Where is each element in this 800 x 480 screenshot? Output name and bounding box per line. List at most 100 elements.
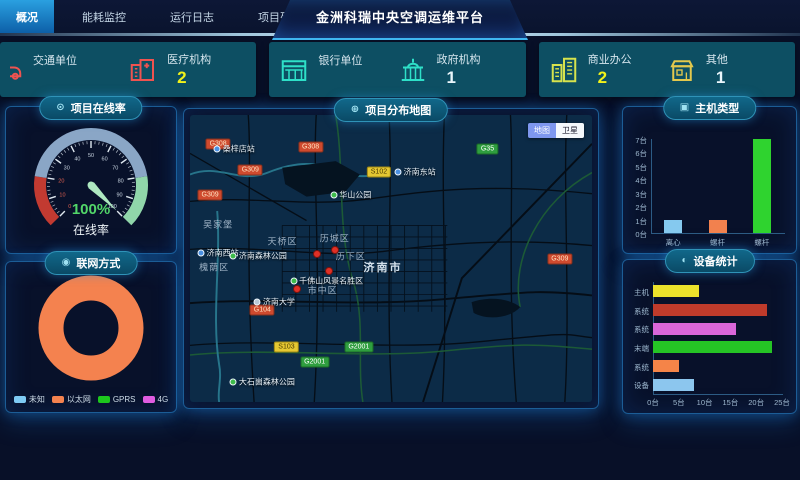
- stat-label: 商业办公: [588, 51, 632, 67]
- stats-row: 交通单位 医疗机构 2 银行单位: [0, 42, 795, 97]
- project-marker[interactable]: [325, 267, 333, 275]
- axis-category: 螺杆: [703, 237, 733, 248]
- poi-marker-icon: [230, 252, 237, 259]
- stat-label: 交通单位: [33, 52, 77, 68]
- legend-item-4g[interactable]: 4G: [143, 394, 169, 405]
- project-marker[interactable]: [313, 250, 321, 258]
- axis-tick: 0台: [641, 397, 665, 408]
- axis-tick: 10台: [693, 397, 717, 408]
- map-button-satellite[interactable]: 卫星: [556, 123, 584, 138]
- gauge-value: 100%: [6, 201, 176, 218]
- axis-tick: 4台: [625, 175, 647, 186]
- axis-tick: 7台: [625, 135, 647, 146]
- panel-network-type: ◉ 联网方式 未知 以太网 GPRS 4G: [5, 261, 177, 413]
- map-layer-switch: 地图 卫星: [528, 123, 584, 138]
- map-label: 大石崮森林公园: [230, 376, 295, 387]
- project-marker[interactable]: [293, 285, 301, 293]
- poi-marker-icon: [214, 146, 221, 153]
- svg-text:80: 80: [118, 178, 124, 184]
- tab-energy-monitor[interactable]: 能耗监控: [66, 0, 142, 33]
- monitor-icon: ▣: [680, 103, 689, 113]
- panel-device-title: ◐ 设备统计: [664, 249, 754, 273]
- hospital-icon: [128, 55, 158, 85]
- axis-tick: 6台: [625, 148, 647, 159]
- map-label: 天桥区: [267, 235, 297, 248]
- location-icon: ⊕: [351, 105, 359, 115]
- axis-category: 螺杆: [747, 237, 777, 248]
- axis-tick: 2台: [625, 202, 647, 213]
- bar: [709, 220, 727, 233]
- stat-item-traffic: 交通单位: [10, 52, 128, 87]
- poi-marker-icon: [395, 169, 402, 176]
- poi-marker-icon: [254, 298, 261, 305]
- axis-tick: 25台: [770, 397, 794, 408]
- axis-tick: 20台: [744, 397, 768, 408]
- panel-online-rate-title: ⊙ 项目在线率: [39, 96, 142, 120]
- axis-category: 离心: [658, 237, 688, 248]
- svg-text:10: 10: [59, 192, 65, 198]
- globe-icon: ◉: [62, 258, 71, 268]
- donut-chart: [8, 272, 174, 382]
- map-label: G35: [477, 144, 498, 155]
- map-label: 济南市: [363, 259, 402, 275]
- poi-marker-icon: [330, 192, 337, 199]
- stat-label: 其他: [706, 51, 728, 67]
- axis-category: 主机: [625, 287, 649, 298]
- device-stats-chart: 0台5台10台15台20台25台主机系统系统末端系统设备: [625, 274, 794, 409]
- svg-text:70: 70: [112, 165, 118, 171]
- stat-label: 政府机构: [437, 51, 481, 67]
- app-title-banner: 金洲科瑞中央空调运维平台: [272, 0, 528, 40]
- stat-item-office: 商业办公 2: [549, 51, 667, 88]
- bar: [653, 360, 679, 372]
- svg-text:20: 20: [58, 178, 64, 184]
- legend-item-ethernet[interactable]: 以太网: [52, 394, 91, 405]
- stat-card-1: 交通单位 医疗机构 2: [0, 42, 256, 97]
- panel-project-map: ⊕ 项目分布地图: [183, 108, 599, 409]
- stat-label: 银行单位: [318, 52, 362, 68]
- legend-item-gprs[interactable]: GPRS: [98, 394, 136, 405]
- stat-value: 1: [706, 68, 728, 88]
- office-icon: [549, 55, 579, 85]
- map-button-map[interactable]: 地图: [528, 123, 556, 138]
- bar: [664, 220, 682, 233]
- axis-category: 系统: [625, 306, 649, 317]
- bar: [753, 139, 771, 233]
- bar: [653, 285, 699, 297]
- map-label: S103: [274, 342, 298, 353]
- map-canvas[interactable]: G308G308G309G309G309G104S102S103G35G2001…: [190, 115, 592, 402]
- axis-tick: 15台: [718, 397, 742, 408]
- poi-marker-icon: [230, 378, 237, 385]
- panel-map-title: ⊕ 项目分布地图: [334, 98, 448, 122]
- stat-card-2: 银行单位 政府机构 1: [269, 42, 525, 97]
- panel-network-title: ◉ 联网方式: [45, 251, 138, 275]
- legend-item-unknown[interactable]: 未知: [14, 394, 45, 405]
- tab-run-logs[interactable]: 运行日志: [154, 0, 230, 33]
- svg-text:50: 50: [88, 153, 94, 159]
- legend-swatch: [14, 396, 26, 403]
- legend-swatch: [52, 396, 64, 403]
- axis-tick: 0台: [625, 229, 647, 240]
- map-label: 历城区: [320, 232, 350, 245]
- axis-tick: 1台: [625, 216, 647, 227]
- legend-swatch: [98, 396, 110, 403]
- map-label: G309: [547, 253, 572, 264]
- gauge-caption: 在线率: [6, 221, 176, 238]
- map-label: G309: [198, 190, 223, 201]
- map-label: S102: [367, 167, 391, 178]
- link-icon: ⊙: [56, 103, 64, 113]
- map-label: 槐荫区: [199, 261, 229, 274]
- map-label: 济南森林公园: [230, 250, 287, 261]
- tab-overview[interactable]: 概况: [0, 0, 54, 33]
- page-title: 金洲科瑞中央空调运维平台: [272, 0, 528, 36]
- stat-value: 2: [588, 68, 632, 88]
- svg-text:60: 60: [102, 156, 108, 162]
- map-label: 市中区: [308, 284, 338, 297]
- stat-value: [33, 69, 77, 87]
- bar: [653, 341, 772, 353]
- donut-legend: 未知 以太网 GPRS 4G: [6, 394, 176, 405]
- project-marker[interactable]: [331, 246, 339, 254]
- map-label: 历下区: [336, 249, 366, 262]
- stat-item-other: 其他 1: [667, 51, 785, 88]
- host-type-chart: 0台1台2台3台4台5台6台7台离心螺杆螺杆: [625, 121, 794, 249]
- stat-value: 1: [437, 68, 481, 88]
